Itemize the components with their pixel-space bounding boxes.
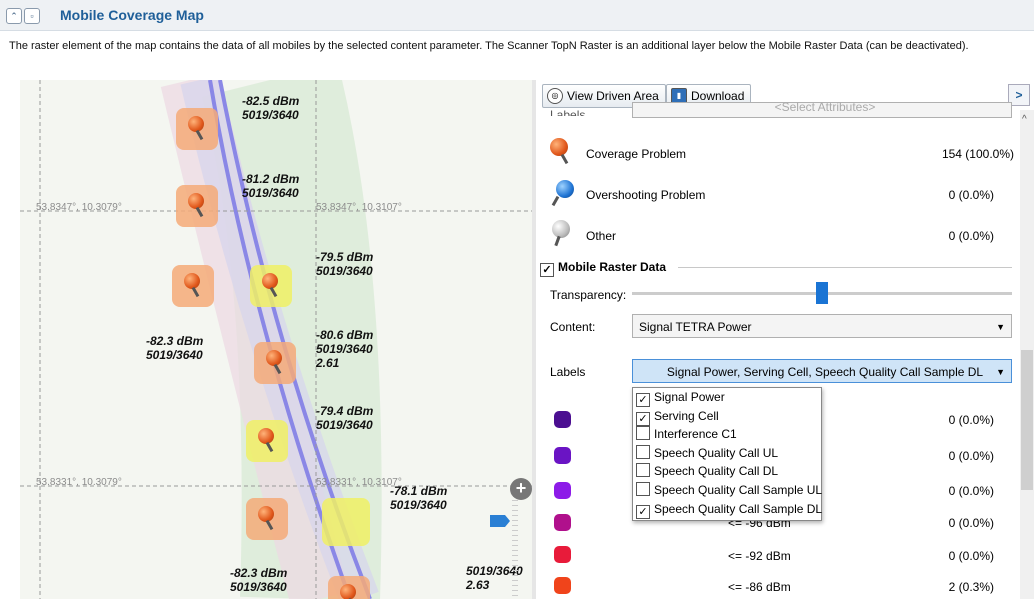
checkbox-icon[interactable] — [636, 463, 650, 478]
dropdown-arrow-icon: ▼ — [996, 322, 1005, 332]
dropdown-option[interactable]: Speech Quality Call DL — [633, 462, 821, 481]
coverage-pin[interactable] — [176, 108, 218, 150]
dropdown-option[interactable]: Speech Quality Call Sample UL — [633, 481, 822, 500]
coord-label: 53.8331°, 10.3107° — [316, 477, 402, 488]
panel-scrollbar[interactable]: ^ — [1020, 110, 1034, 599]
legend-range: <= -92 dBm — [728, 549, 791, 563]
map-label: -79.5 dBm 5019/3640 — [316, 250, 374, 278]
coverage-pin[interactable] — [172, 265, 214, 307]
problem-label: Overshooting Problem — [586, 188, 706, 202]
coord-label: 53.8347°, 10.3079° — [36, 202, 122, 213]
checkbox-icon[interactable] — [636, 444, 650, 459]
map-label: -80.6 dBm 5019/3640 2.61 — [316, 328, 374, 370]
transparency-slider-thumb[interactable] — [816, 282, 828, 304]
double-chevron-up-icon[interactable]: ⌃ — [6, 8, 22, 24]
legend-value: 0 (0.0%) — [948, 516, 994, 530]
legend-value: 0 (0.0%) — [948, 484, 994, 498]
raster-cell — [322, 498, 370, 546]
map-label: -81.2 dBm 5019/3640 — [242, 172, 300, 200]
scrollbar-thumb[interactable] — [1021, 350, 1033, 490]
map-label: -82.5 dBm 5019/3640 — [242, 94, 300, 122]
transparency-label: Transparency: — [550, 288, 627, 302]
labels-caption: Labels — [550, 108, 586, 116]
checkbox-icon[interactable]: ✓ — [636, 411, 650, 426]
labels-select[interactable]: <Select Attributes> — [632, 101, 1012, 118]
checkbox-icon[interactable]: ✓ — [636, 393, 650, 407]
legend-range: <= -86 dBm — [728, 580, 791, 594]
grey-pin-icon — [550, 220, 574, 248]
page-title: Mobile Coverage Map — [60, 7, 204, 23]
coverage-pin[interactable] — [246, 498, 288, 540]
problem-label: Coverage Problem — [586, 147, 687, 161]
target-icon: ◎ — [547, 88, 563, 104]
content-select[interactable]: Signal TETRA Power ▼ — [632, 314, 1012, 338]
mobile-raster-checkbox[interactable]: ✓ Mobile Raster Data — [540, 260, 666, 277]
legend-value: 0 (0.0%) — [948, 549, 994, 563]
raster-labels-label: Labels — [550, 365, 586, 379]
dropdown-option[interactable]: ✓ Speech Quality Call Sample DL — [633, 500, 822, 519]
description-text: The raster element of the map contains t… — [9, 40, 969, 52]
map-view[interactable]: 53.8347°, 10.3079° 53.8347°, 10.3107° 53… — [20, 80, 532, 599]
legend-swatch — [554, 577, 571, 594]
dropdown-option[interactable]: Speech Quality Call UL — [633, 444, 821, 463]
coord-label: 53.8331°, 10.3079° — [36, 477, 122, 488]
coverage-pin[interactable] — [250, 265, 292, 307]
legend-swatch — [554, 546, 571, 563]
panel-header: ⌃ ▫ Mobile Coverage Map — [0, 0, 1034, 31]
legend-swatch — [554, 447, 571, 464]
legend-value: 0 (0.0%) — [948, 413, 994, 427]
dropdown-option[interactable]: Interference C1 — [633, 425, 821, 444]
coverage-pin[interactable] — [246, 420, 288, 462]
problem-value: 0 (0.0%) — [948, 229, 994, 243]
checkbox-icon[interactable]: ✓ — [636, 504, 650, 519]
zoom-track[interactable] — [512, 500, 518, 599]
legend-value: 0 (0.0%) — [948, 449, 994, 463]
coverage-pin[interactable] — [328, 576, 370, 599]
zoom-in-button[interactable]: + — [510, 478, 532, 500]
map-label: -82.3 dBm 5019/3640 — [230, 566, 288, 594]
map-label: -79.4 dBm 5019/3640 — [316, 404, 374, 432]
dropdown-arrow-icon: ▼ — [996, 367, 1005, 377]
window-icon[interactable]: ▫ — [24, 8, 40, 24]
problem-value: 154 (100.0%) — [941, 147, 1014, 161]
problem-value: 0 (0.0%) — [948, 188, 994, 202]
map-label: -78.1 dBm 5019/3640 — [390, 484, 448, 512]
checkbox-icon: ✓ — [540, 263, 554, 277]
checkbox-icon[interactable] — [636, 426, 650, 441]
plus-icon: + — [515, 478, 527, 498]
scroll-up-icon[interactable]: ^ — [1022, 114, 1027, 125]
raster-labels-select[interactable]: Signal Power, Serving Cell, Speech Quali… — [632, 359, 1012, 383]
legend-swatch — [554, 514, 571, 531]
legend-swatch — [554, 482, 571, 499]
dropdown-option[interactable]: ✓ Signal Power — [633, 388, 821, 407]
content-label: Content: — [550, 320, 596, 334]
layer-panel: ◎ View Driven Area ▮ Download > Labels <… — [536, 80, 1034, 599]
section-divider — [678, 267, 1012, 268]
map-label: -82.3 dBm 5019/3640 — [146, 334, 204, 362]
dropdown-option[interactable]: ✓ Serving Cell — [633, 407, 821, 426]
legend-value: 2 (0.3%) — [948, 580, 994, 594]
orange-pin-icon — [550, 138, 574, 166]
checkbox-icon[interactable] — [636, 481, 650, 496]
coord-label: 53.8347°, 10.3107° — [316, 202, 402, 213]
legend-swatch — [554, 411, 571, 428]
coverage-pin[interactable] — [254, 342, 296, 384]
blue-pin-icon — [550, 180, 574, 208]
problem-label: Other — [586, 229, 617, 243]
labels-dropdown-list: ✓ Signal Power ✓ Serving Cell Interference… — [632, 387, 822, 521]
coverage-pin[interactable] — [176, 185, 218, 227]
